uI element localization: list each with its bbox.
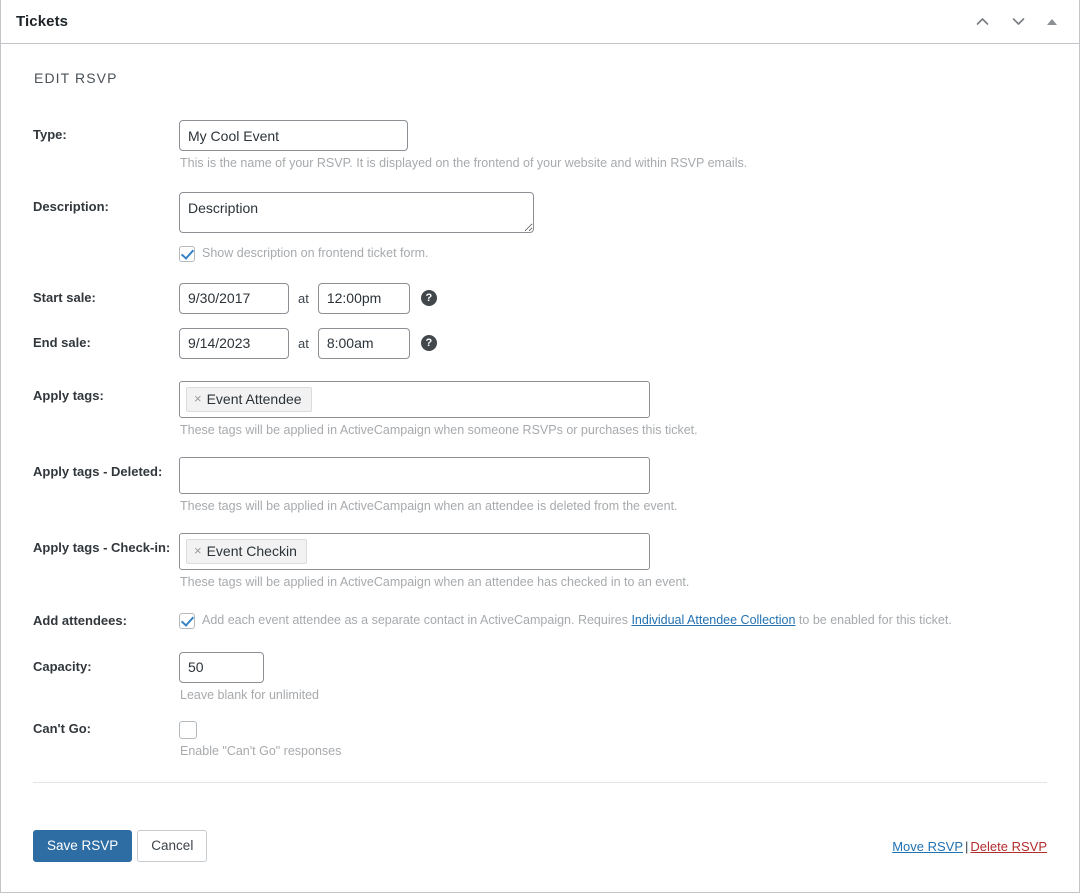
chevron-down-icon [1010,13,1027,30]
cant-go-checkbox[interactable] [179,720,197,739]
capacity-hint: Leave blank for unlimited [180,687,319,702]
move-up-button[interactable] [967,7,997,37]
move-down-button[interactable] [1003,7,1033,37]
add-attendees-text: Add each event attendee as a separate co… [202,612,952,630]
add-attendees-text-before: Add each event attendee as a separate co… [202,613,632,627]
start-sale-date-input[interactable] [179,282,289,314]
label-description: Description: [33,199,109,215]
label-capacity: Capacity: [33,658,92,674]
panel-header-actions [967,7,1065,37]
tag-remove-icon[interactable]: × [194,544,202,557]
move-rsvp-link[interactable]: Move RSVP [892,839,963,854]
panel-body: EDIT RSVP Type: This is the name of your… [1,44,1079,814]
start-sale-help-icon[interactable]: ? [420,290,437,307]
panel-title: Tickets [16,13,69,30]
panel-footer: Save RSVP Cancel Move RSVP | Delete RSVP [1,814,1079,892]
capacity-input[interactable] [179,651,264,683]
chevron-up-icon [974,13,991,30]
row-description: Description: Description Show descriptio… [33,192,1047,263]
apply-tags-checkin-hint: These tags will be applied in ActiveCamp… [180,574,690,589]
row-capacity: Capacity: Leave blank for unlimited [33,651,1047,704]
collapse-panel-button[interactable] [1039,7,1065,37]
section-title: EDIT RSVP [34,70,118,86]
end-sale-help-icon[interactable]: ? [420,335,437,352]
label-cant-go: Can't Go: [33,720,91,736]
label-type: Type: [33,127,67,142]
add-attendees-text-after: to be enabled for this ticket. [795,613,952,627]
add-attendees-checkbox[interactable] [179,613,195,629]
delete-rsvp-link[interactable]: Delete RSVP [970,839,1047,854]
cant-go-text: Enable "Can't Go" responses [180,743,342,758]
row-apply-tags: Apply tags: × Event Attendee These tags … [33,380,1047,439]
row-cant-go: Can't Go: Enable "Can't Go" responses [33,720,1047,760]
save-rsvp-button[interactable]: Save RSVP [33,830,133,862]
row-start-sale: Start sale: at ? [33,282,1047,314]
label-apply-tags-checkin: Apply tags - Check-in: [33,539,171,555]
apply-tags-deleted-input[interactable] [179,456,650,494]
footer-divider [33,781,1047,783]
label-end-sale: End sale: [33,334,91,350]
cancel-button[interactable]: Cancel [137,830,208,862]
individual-attendee-collection-link[interactable]: Individual Attendee Collection [631,613,795,627]
tag-chip[interactable]: × Event Checkin [186,538,307,564]
row-apply-tags-deleted: Apply tags - Deleted: These tags will be… [33,456,1047,515]
start-sale-time-input[interactable] [317,282,410,314]
row-end-sale: End sale: at ? [33,327,1047,359]
end-sale-at-label: at [298,335,309,351]
tickets-panel: Tickets EDIT RSVP Type: T [0,0,1080,893]
show-description-checkbox[interactable] [179,246,195,263]
show-description-label: Show description on frontend ticket form… [202,246,429,261]
footer-links: Move RSVP | Delete RSVP [892,839,1047,854]
apply-tags-input[interactable]: × Event Attendee [179,380,650,418]
label-apply-tags: Apply tags: [33,387,104,403]
description-textarea[interactable]: Description [179,192,534,234]
label-start-sale: Start sale: [33,289,96,305]
label-add-attendees: Add attendees: [33,613,127,628]
tag-label: Event Checkin [206,542,297,559]
apply-tags-checkin-input[interactable]: × Event Checkin [179,532,650,570]
show-description-row: Show description on frontend ticket form… [179,245,1047,263]
row-add-attendees: Add attendees: Add each event attendee a… [33,612,1047,630]
end-sale-time-input[interactable] [317,327,410,359]
type-input[interactable] [179,120,408,151]
panel-header: Tickets [1,0,1079,44]
apply-tags-hint: These tags will be applied in ActiveCamp… [180,422,698,437]
tag-chip[interactable]: × Event Attendee [186,386,312,412]
label-apply-tags-deleted: Apply tags - Deleted: [33,463,163,479]
triangle-up-icon [1047,18,1057,25]
type-hint: This is the name of your RSVP. It is dis… [180,156,748,170]
tag-label: Event Attendee [206,390,302,407]
row-apply-tags-checkin: Apply tags - Check-in: × Event Checkin T… [33,532,1047,591]
start-sale-at-label: at [298,290,309,306]
row-type: Type: This is the name of your RSVP. It … [33,120,1047,172]
tag-remove-icon[interactable]: × [194,392,202,405]
end-sale-date-input[interactable] [179,327,289,359]
apply-tags-deleted-hint: These tags will be applied in ActiveCamp… [180,498,678,513]
